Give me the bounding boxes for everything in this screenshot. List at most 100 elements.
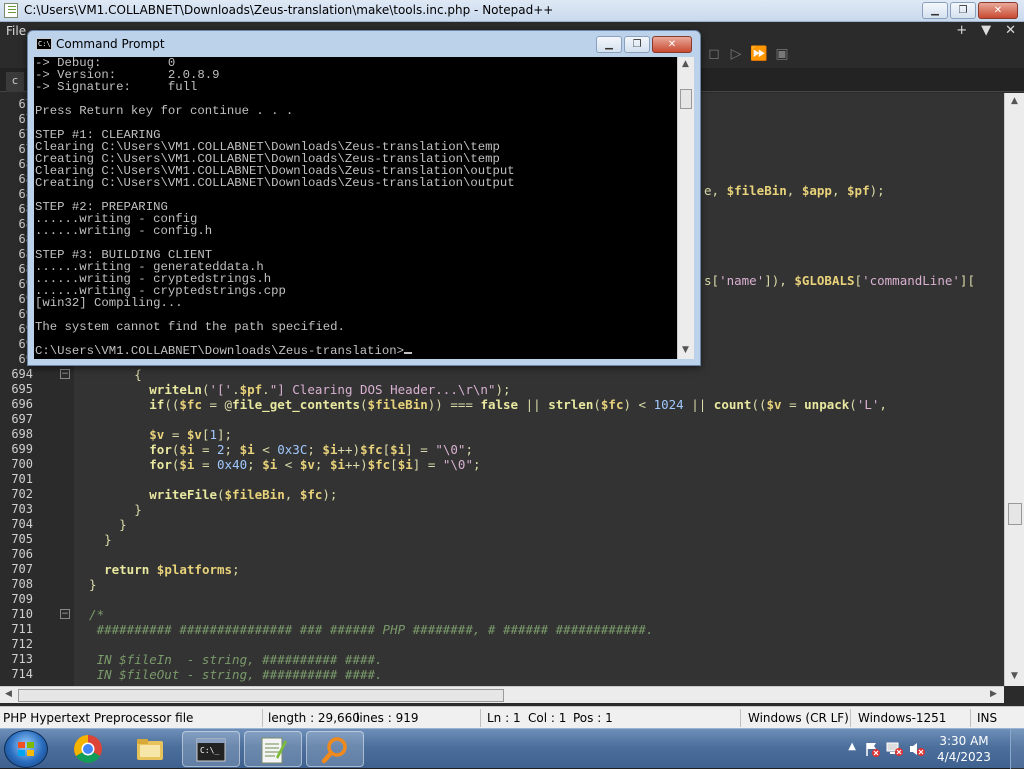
code-line: e, $fileBin, $app, $pf); [704, 183, 885, 198]
start-button[interactable] [4, 730, 48, 768]
status-file-type: PHP Hypertext Preprocessor file [3, 711, 194, 725]
scroll-down-icon[interactable]: ▼ [1011, 671, 1018, 681]
cmd-icon: C:\ [36, 38, 52, 50]
save-macro-icon[interactable]: ▣ [774, 46, 790, 62]
status-pos: Pos : 1 [573, 711, 613, 725]
network-icon[interactable] [886, 741, 904, 757]
vertical-scroll-thumb[interactable] [1008, 503, 1022, 525]
line-number: 699 [11, 442, 33, 456]
line-number: 710 [11, 607, 33, 621]
taskbar-explorer[interactable] [122, 731, 180, 767]
line-number: 697 [11, 412, 33, 426]
cmd-close-button[interactable]: ✕ [652, 36, 692, 53]
cmd-scroll-down-icon[interactable]: ▼ [682, 345, 689, 355]
line-number: 714 [11, 667, 33, 681]
npp-title-bar[interactable]: C:\Users\VM1.COLLABNET\Downloads\Zeus-tr… [0, 0, 1024, 22]
console-line: -> Signature: full [35, 80, 198, 94]
cmd-scroll-thumb[interactable] [680, 89, 692, 109]
taskbar-search-tool[interactable] [306, 731, 364, 767]
play-macro-icon[interactable]: ▷ [728, 46, 744, 62]
action-center-flag-icon[interactable] [864, 741, 880, 757]
npp-maximize-button[interactable]: ❐ [950, 2, 976, 19]
notepad-plus-plus-icon [261, 737, 287, 764]
line-number: 705 [11, 532, 33, 546]
code-line: s['name']), $GLOBALS['commandLine'][ [704, 273, 975, 288]
show-desktop-button[interactable] [1010, 729, 1024, 769]
code-line: for($i = 0x40; $i < $v; $i++)$fc[$i] = "… [149, 457, 481, 472]
status-encoding[interactable]: Windows-1251 [858, 711, 946, 725]
npp-minimize-button[interactable]: ▁ [922, 2, 948, 19]
status-length: length : 29,660 [268, 711, 360, 725]
taskbar: C:\_ ▲ 3:30 AM 4/4/2023 [0, 728, 1024, 769]
fold-toggle-icon[interactable]: − [60, 609, 70, 619]
npp-close-button[interactable]: ✕ [978, 2, 1018, 19]
cmd-maximize-button[interactable]: ❐ [624, 36, 650, 53]
cmd-scroll-up-icon[interactable]: ▲ [682, 59, 689, 69]
volume-muted-icon[interactable] [908, 741, 926, 757]
folder-icon [137, 739, 163, 760]
code-line: return $platforms; [104, 562, 240, 577]
line-number: 704 [11, 517, 33, 531]
command-prompt-window[interactable]: C:\ Command Prompt ▁ ❐ ✕ -> Debug: 0 -> V… [27, 30, 701, 366]
taskbar-cmd[interactable]: C:\_ [182, 731, 240, 767]
cmd-title-bar[interactable]: C:\ Command Prompt ▁ ❐ ✕ [28, 31, 700, 57]
taskbar-clock[interactable]: 3:30 AM 4/4/2023 [934, 733, 994, 765]
line-number: 713 [11, 652, 33, 666]
code-line: $v = $v[1]; [149, 427, 233, 442]
npp-window-title: C:\Users\VM1.COLLABNET\Downloads\Zeus-tr… [24, 3, 554, 17]
console-line: The system cannot find the path specifie… [35, 320, 345, 334]
console-line: Press Return key for continue . . . [35, 104, 294, 118]
code-line: writeLn('['.$pf."] Clearing DOS Header..… [149, 382, 511, 397]
line-number: 698 [11, 427, 33, 441]
chrome-icon [74, 735, 102, 763]
taskbar-notepad-plus-plus[interactable] [244, 731, 302, 767]
close-icon[interactable]: ✕ [1005, 23, 1016, 38]
scroll-right-icon[interactable]: ▶ [990, 689, 997, 699]
console-output[interactable]: -> Debug: 0 -> Version: 2.0.8.9 -> Signatu… [34, 57, 677, 359]
stop-record-icon[interactable]: ◻ [706, 46, 722, 62]
code-line: } [74, 502, 142, 517]
tray-expand-icon[interactable]: ▲ [848, 741, 856, 752]
code-line: } [74, 517, 127, 532]
run-macro-multiple-icon[interactable]: ⏩ [750, 46, 767, 62]
console-line: ......writing - config.h [35, 224, 213, 238]
status-eol[interactable]: Windows (CR LF) [748, 711, 849, 725]
status-ln: Ln : 1 [487, 711, 521, 725]
line-number: 700 [11, 457, 33, 471]
status-mode[interactable]: INS [977, 711, 997, 725]
taskbar-chrome[interactable] [60, 731, 118, 767]
status-bar: PHP Hypertext Preprocessor file length :… [0, 706, 1024, 728]
status-lines: lines : 919 [356, 711, 419, 725]
line-number: 711 [11, 622, 33, 636]
cmd-window-controls: ▁ ❐ ✕ [596, 36, 692, 53]
magnifier-icon [321, 737, 347, 764]
cmd-vertical-scrollbar[interactable]: ▲ ▼ [677, 57, 694, 359]
line-number: 701 [11, 472, 33, 486]
code-line: /* [74, 607, 105, 622]
dropdown-arrow-icon[interactable]: ▼ [981, 23, 991, 38]
scroll-up-icon[interactable]: ▲ [1011, 96, 1018, 106]
code-line: writeFile($fileBin, $fc); [149, 487, 338, 502]
fold-toggle-icon[interactable]: − [60, 369, 70, 379]
code-line: ########## ############### ### ###### PH… [74, 622, 654, 637]
status-col: Col : 1 [528, 711, 567, 725]
plus-icon[interactable]: + [956, 23, 967, 38]
file-tab[interactable]: c [6, 72, 24, 92]
line-number: 695 [11, 382, 33, 396]
horizontal-scroll-thumb[interactable] [18, 689, 504, 702]
scroll-left-icon[interactable]: ◀ [5, 689, 12, 699]
clock-time: 3:30 AM [939, 734, 989, 748]
cmd-minimize-button[interactable]: ▁ [596, 36, 622, 53]
editor-vertical-scrollbar[interactable]: ▲ ▼ [1004, 93, 1024, 686]
console-line: Creating C:\Users\VM1.COLLABNET\Download… [35, 176, 515, 190]
code-line: } [74, 577, 97, 592]
clock-date: 4/4/2023 [937, 750, 991, 764]
cmd-window-title: Command Prompt [56, 37, 165, 51]
code-line: } [74, 532, 112, 547]
code-line: if(($fc = @file_get_contents($fileBin)) … [149, 397, 887, 412]
console-line: [win32] Compiling... [35, 296, 183, 310]
menu-file[interactable]: File [6, 24, 26, 38]
code-line: IN $fileIn - string, ########## ####. [74, 652, 383, 667]
editor-horizontal-scrollbar[interactable]: ◀ ▶ [0, 686, 1004, 703]
code-line: IN $fileOut - string, ########## ####. [74, 667, 383, 682]
